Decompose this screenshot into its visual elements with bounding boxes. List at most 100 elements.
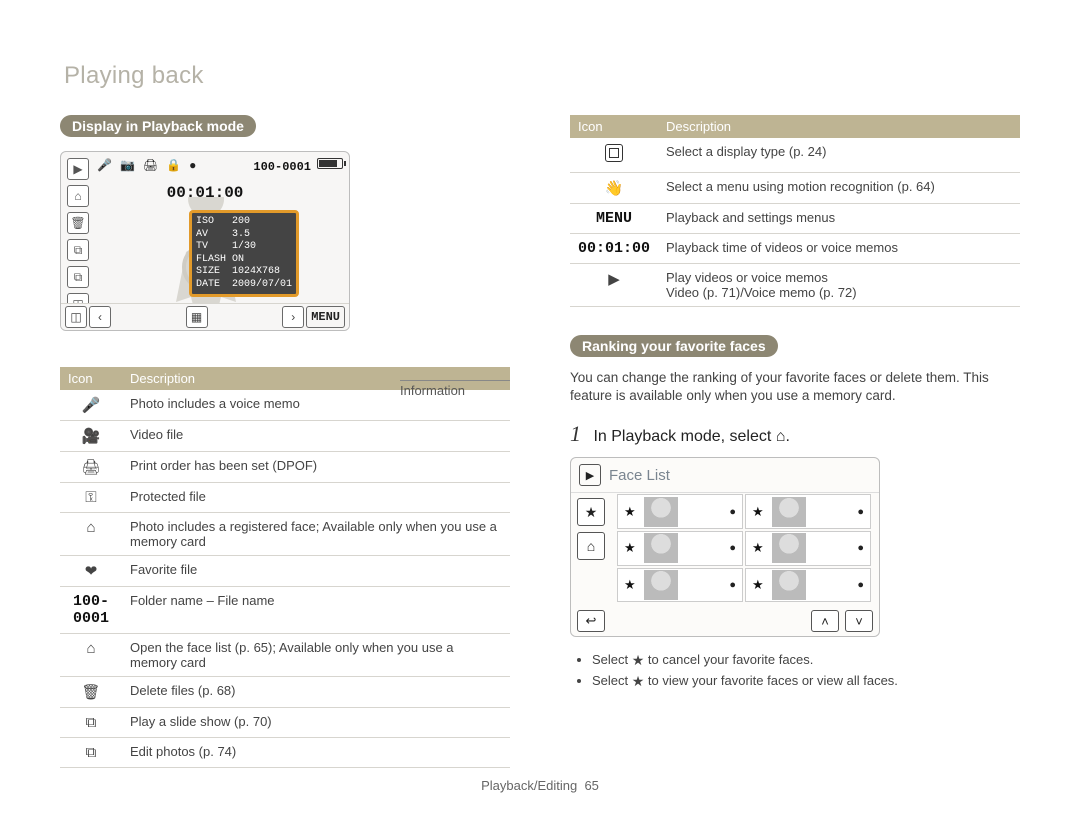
- table-row: ❤Favorite file: [60, 556, 510, 587]
- menu-button[interactable]: MENU: [306, 306, 345, 328]
- menu-icon: MENU: [570, 204, 658, 234]
- thumbnail-button[interactable]: ▦: [186, 306, 208, 328]
- video-indicator-icon: 📷: [120, 158, 135, 172]
- page-section-title: Playing back: [64, 62, 204, 90]
- left-icon-table: Icon Description 🎤Photo includes a voice…: [60, 367, 510, 768]
- protected-indicator-icon: 🔒: [166, 158, 181, 172]
- ranking-faces-heading: Ranking your favorite faces: [570, 335, 778, 357]
- rank-dot-icon: ●: [857, 506, 864, 518]
- folder-file-name: 100-0001: [60, 587, 122, 634]
- bullet-item: Select ★ to cancel your favorite faces.: [592, 651, 1020, 668]
- shooting-info-box: ISO200 AV3.5 TV1/30 FLASHON SIZE1024X768…: [189, 210, 299, 297]
- video-file-icon: 🎥: [60, 421, 122, 452]
- voice-memo-indicator-icon: 🎤: [97, 158, 112, 172]
- table-row: 00:01:00Playback time of videos or voice…: [570, 234, 1020, 264]
- rank-star-icon: ★: [624, 504, 636, 520]
- information-callout: Information: [400, 380, 510, 398]
- table-description: Print order has been set (DPOF): [122, 452, 510, 483]
- rank-star-icon: ★: [624, 577, 636, 593]
- face-card[interactable]: ★●: [745, 494, 871, 529]
- slideshow-icon-panel: ⧉: [67, 239, 89, 261]
- back-button[interactable]: ↩: [577, 610, 605, 632]
- table-row: ⌂Photo includes a registered face; Avail…: [60, 513, 510, 556]
- face-card[interactable]: ★●: [617, 568, 743, 603]
- display-mode-heading: Display in Playback mode: [60, 115, 256, 137]
- playback-time-icon: 00:01:00: [570, 234, 658, 264]
- table-header-desc: Description: [658, 115, 1020, 138]
- table-description: Protected file: [122, 483, 510, 513]
- delete-files-icon: 🗑: [60, 677, 122, 708]
- display-type-button[interactable]: ◫: [65, 306, 87, 328]
- table-header-icon: Icon: [60, 367, 122, 390]
- down-button[interactable]: ˅: [845, 610, 873, 632]
- table-description: Playback time of videos or voice memos: [658, 234, 1020, 264]
- rank-star-icon: ★: [752, 540, 764, 556]
- next-button[interactable]: ›: [282, 306, 304, 328]
- table-row: 🎥Video file: [60, 421, 510, 452]
- table-row: 100-0001Folder name – File name: [60, 587, 510, 634]
- face-thumb: [772, 533, 806, 563]
- ranking-intro: You can change the ranking of your favor…: [570, 369, 1020, 405]
- right-column: Icon Description Select a display type (…: [570, 115, 1020, 768]
- playback-mode-icon: ▶: [67, 158, 89, 180]
- file-number: 100-0001: [253, 160, 311, 174]
- registered-face-icon: ⌂: [60, 513, 122, 556]
- table-header-icon: Icon: [570, 115, 658, 138]
- table-row: ⌂Open the face list (p. 65); Available o…: [60, 634, 510, 677]
- star-off-button[interactable]: ★: [577, 498, 605, 526]
- face-card[interactable]: ★●: [617, 494, 743, 529]
- face-thumb: [644, 497, 678, 527]
- face-card[interactable]: ★●: [745, 531, 871, 566]
- rank-dot-icon: ●: [729, 506, 736, 518]
- prev-button[interactable]: ‹: [89, 306, 111, 328]
- table-row: ▶Play videos or voice memos Video (p. 71…: [570, 264, 1020, 307]
- table-row: ⧉Edit photos (p. 74): [60, 738, 510, 768]
- table-row: 🗑Delete files (p. 68): [60, 677, 510, 708]
- face-thumb: [772, 497, 806, 527]
- protected-file-icon: ⚿: [60, 483, 122, 513]
- playback-mode-icon: ▶: [579, 464, 601, 486]
- battery-icon: [317, 158, 343, 169]
- slideshow-icon: ⧉: [60, 708, 122, 738]
- ranking-bullets: Select ★ to cancel your favorite faces.S…: [570, 651, 1020, 689]
- star-icon: ★: [632, 673, 645, 689]
- face-card[interactable]: ★●: [745, 568, 871, 603]
- face-list-step-icon: ⌂: [776, 428, 786, 445]
- face-list-icon: ⌂: [67, 185, 89, 207]
- voice-memo-icon: 🎤: [60, 390, 122, 421]
- face-edit-button[interactable]: ⌂: [577, 532, 605, 560]
- camera-display-panel: ▶ ⌂ 🗑 ⧉ ⧉ ◫ 🎤 📷 🖨 🔒 ● 100-0001 00:01:00: [60, 151, 350, 331]
- up-button[interactable]: ˄: [811, 610, 839, 632]
- rank-dot-icon: ●: [857, 579, 864, 591]
- table-description: Play videos or voice memos Video (p. 71)…: [658, 264, 1020, 307]
- rank-star-icon: ★: [752, 577, 764, 593]
- table-description: Video file: [122, 421, 510, 452]
- face-thumb: [644, 570, 678, 600]
- delete-icon: 🗑: [67, 212, 89, 234]
- footer-page-number: 65: [584, 778, 598, 793]
- left-column: Display in Playback mode ▶ ⌂ 🗑 ⧉ ⧉ ◫ 🎤 📷…: [60, 115, 510, 768]
- step-number: 1: [570, 421, 581, 446]
- edit-photos-icon: ⧉: [60, 738, 122, 768]
- step-1: 1 In Playback mode, select ⌂.: [570, 421, 1020, 447]
- star-off-icon: ★: [632, 652, 645, 668]
- table-description: Select a display type (p. 24): [658, 138, 1020, 173]
- table-description: Play a slide show (p. 70): [122, 708, 510, 738]
- rank-star-icon: ★: [752, 504, 764, 520]
- table-description: Edit photos (p. 74): [122, 738, 510, 768]
- face-list-panel: ▶ Face List ★ ⌂ ★●★●★●★●★●★● ↩ ˄ ˅: [570, 457, 880, 637]
- rank-dot-icon: ●: [729, 542, 736, 554]
- table-row: Select a display type (p. 24): [570, 138, 1020, 173]
- motion-recognition-icon: 👋: [570, 173, 658, 204]
- table-row: ⧉Play a slide show (p. 70): [60, 708, 510, 738]
- face-list-title: Face List: [609, 467, 670, 484]
- page-footer: Playback/Editing 65: [0, 778, 1080, 793]
- footer-section: Playback/Editing: [481, 778, 577, 793]
- table-description: Favorite file: [122, 556, 510, 587]
- table-description: Folder name – File name: [122, 587, 510, 634]
- face-thumb: [644, 533, 678, 563]
- display-type-icon: [570, 138, 658, 173]
- rank-dot-icon: ●: [857, 542, 864, 554]
- face-card[interactable]: ★●: [617, 531, 743, 566]
- play-icon: ▶: [570, 264, 658, 307]
